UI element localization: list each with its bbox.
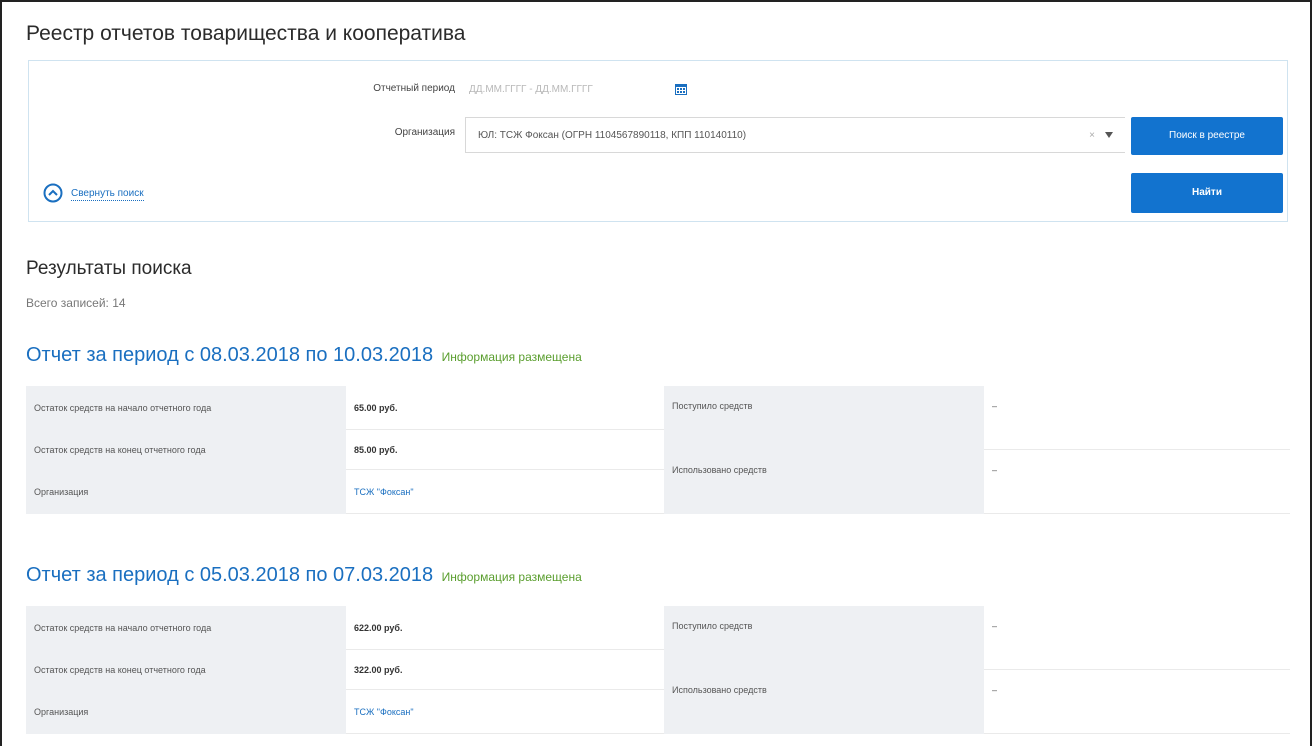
period-input[interactable]: ДД.ММ.ГГГГ - ДД.ММ.ГГГГ [465,77,695,103]
period-label: Отчетный период [373,83,455,94]
row-label-received: Поступило средств [664,606,984,670]
results-title: Результаты поиска [26,258,192,279]
report-status: Информация размещена [441,570,582,584]
search-registry-button[interactable]: Поиск в реестре [1131,117,1283,155]
organization-select[interactable]: ЮЛ: ТСЖ Фоксан (ОГРН 1104567890118, КПП … [465,117,1125,153]
row-label-used: Использовано средств [664,450,984,514]
row-value-used: – [984,670,1290,734]
row-label-start-balance: Остаток средств на начало отчетного года [26,606,346,650]
row-label-used: Использовано средств [664,670,984,734]
row-value-start-balance: 622.00 руб. [346,606,664,650]
organization-select-value: ЮЛ: ТСЖ Фоксан (ОГРН 1104567890118, КПП … [478,130,747,141]
report-period-title[interactable]: Отчет за период с 05.03.2018 по 07.03.20… [26,564,433,586]
row-value-used: – [984,450,1290,514]
row-value-start-balance: 65.00 руб. [346,386,664,430]
row-label-end-balance: Остаток средств на конец отчетного года [26,430,346,470]
report-title[interactable]: Отчет за период с 08.03.2018 по 10.03.20… [26,344,582,367]
chevron-up-circle-icon[interactable] [43,183,63,203]
row-label-start-balance: Остаток средств на начало отчетного года [26,386,346,430]
organization-label: Организация [394,127,455,138]
report-card: Отчет за период с 08.03.2018 по 10.03.20… [26,344,1290,520]
search-filter-panel: Отчетный период ДД.ММ.ГГГГ - ДД.ММ.ГГГГ … [28,60,1288,222]
row-value-organization-link[interactable]: ТСЖ "Фоксан" [346,470,664,514]
row-value-end-balance: 322.00 руб. [346,650,664,690]
total-records: Всего записей: 14 [26,296,126,310]
row-label-organization: Организация [26,690,346,734]
calendar-icon[interactable] [675,83,687,95]
find-button[interactable]: Найти [1131,173,1283,213]
report-title[interactable]: Отчет за период с 05.03.2018 по 07.03.20… [26,564,582,587]
report-card: Отчет за период с 05.03.2018 по 07.03.20… [26,564,1290,740]
row-value-end-balance: 85.00 руб. [346,430,664,470]
page-title: Реестр отчетов товарищества и кооператив… [26,22,466,45]
row-value-organization-link[interactable]: ТСЖ "Фоксан" [346,690,664,734]
report-table: Остаток средств на начало отчетного года… [26,606,1290,734]
report-status: Информация размещена [441,350,582,364]
row-value-received: – [984,606,1290,670]
collapse-search-link[interactable]: Свернуть поиск [71,188,144,201]
report-period-title[interactable]: Отчет за период с 08.03.2018 по 10.03.20… [26,344,433,366]
row-label-end-balance: Остаток средств на конец отчетного года [26,650,346,690]
clear-icon[interactable]: × [1089,130,1095,141]
row-value-received: – [984,386,1290,450]
report-table: Остаток средств на начало отчетного года… [26,386,1290,514]
chevron-down-icon[interactable] [1105,132,1113,138]
row-label-organization: Организация [26,470,346,514]
row-label-received: Поступило средств [664,386,984,450]
